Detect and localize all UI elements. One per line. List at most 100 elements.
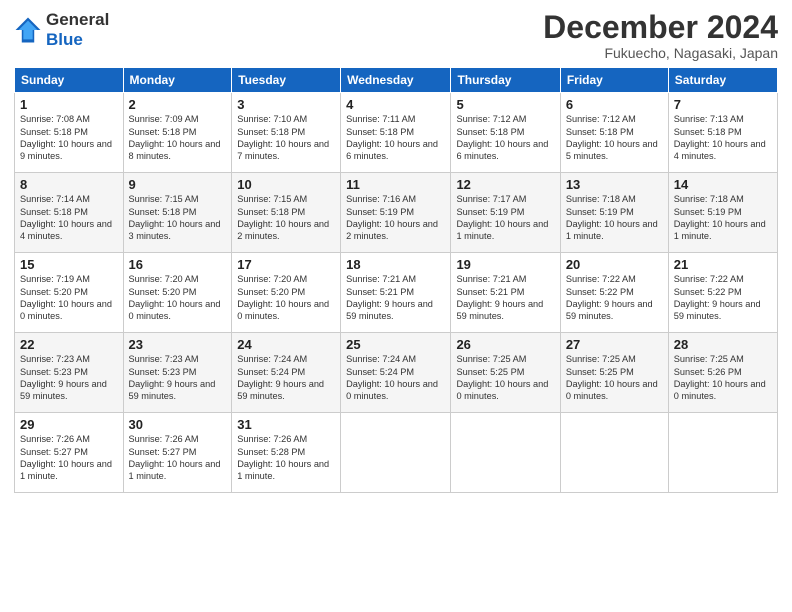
day-info: Sunrise: 7:25 AMSunset: 5:26 PMDaylight:… [674,353,772,403]
day-info: Sunrise: 7:12 AMSunset: 5:18 PMDaylight:… [566,113,663,163]
calendar-cell: 3 Sunrise: 7:10 AMSunset: 5:18 PMDayligh… [232,93,341,173]
day-number: 4 [346,97,445,112]
calendar-cell: 31 Sunrise: 7:26 AMSunset: 5:28 PMDaylig… [232,413,341,493]
calendar-cell: 24 Sunrise: 7:24 AMSunset: 5:24 PMDaylig… [232,333,341,413]
calendar-cell: 17 Sunrise: 7:20 AMSunset: 5:20 PMDaylig… [232,253,341,333]
day-info: Sunrise: 7:23 AMSunset: 5:23 PMDaylight:… [20,353,118,403]
logo-text: General Blue [46,10,109,49]
day-number: 31 [237,417,335,432]
day-number: 21 [674,257,772,272]
day-number: 26 [456,337,554,352]
day-number: 2 [129,97,227,112]
calendar-cell: 27 Sunrise: 7:25 AMSunset: 5:25 PMDaylig… [560,333,668,413]
calendar-cell: 9 Sunrise: 7:15 AMSunset: 5:18 PMDayligh… [123,173,232,253]
calendar-cell: 15 Sunrise: 7:19 AMSunset: 5:20 PMDaylig… [15,253,124,333]
day-number: 28 [674,337,772,352]
day-number: 25 [346,337,445,352]
day-info: Sunrise: 7:19 AMSunset: 5:20 PMDaylight:… [20,273,118,323]
calendar-week-row: 29 Sunrise: 7:26 AMSunset: 5:27 PMDaylig… [15,413,778,493]
day-info: Sunrise: 7:22 AMSunset: 5:22 PMDaylight:… [674,273,772,323]
day-number: 16 [129,257,227,272]
day-number: 24 [237,337,335,352]
day-info: Sunrise: 7:22 AMSunset: 5:22 PMDaylight:… [566,273,663,323]
calendar-cell: 19 Sunrise: 7:21 AMSunset: 5:21 PMDaylig… [451,253,560,333]
main-title: December 2024 [543,10,778,45]
calendar-cell: 28 Sunrise: 7:25 AMSunset: 5:26 PMDaylig… [668,333,777,413]
col-monday: Monday [123,68,232,93]
calendar-cell: 30 Sunrise: 7:26 AMSunset: 5:27 PMDaylig… [123,413,232,493]
calendar-cell: 11 Sunrise: 7:16 AMSunset: 5:19 PMDaylig… [341,173,451,253]
day-number: 18 [346,257,445,272]
title-block: December 2024 Fukuecho, Nagasaki, Japan [543,10,778,61]
day-number: 1 [20,97,118,112]
day-info: Sunrise: 7:21 AMSunset: 5:21 PMDaylight:… [456,273,554,323]
col-thursday: Thursday [451,68,560,93]
day-info: Sunrise: 7:25 AMSunset: 5:25 PMDaylight:… [566,353,663,403]
logo: General Blue [14,10,109,49]
day-info: Sunrise: 7:26 AMSunset: 5:28 PMDaylight:… [237,433,335,483]
day-number: 10 [237,177,335,192]
page-container: General Blue December 2024 Fukuecho, Nag… [0,0,792,501]
calendar-cell: 29 Sunrise: 7:26 AMSunset: 5:27 PMDaylig… [15,413,124,493]
day-number: 7 [674,97,772,112]
day-number: 14 [674,177,772,192]
calendar-header-row: Sunday Monday Tuesday Wednesday Thursday… [15,68,778,93]
calendar-cell: 18 Sunrise: 7:21 AMSunset: 5:21 PMDaylig… [341,253,451,333]
day-info: Sunrise: 7:12 AMSunset: 5:18 PMDaylight:… [456,113,554,163]
calendar-cell: 6 Sunrise: 7:12 AMSunset: 5:18 PMDayligh… [560,93,668,173]
calendar-cell [341,413,451,493]
logo-icon [14,16,42,44]
header: General Blue December 2024 Fukuecho, Nag… [14,10,778,61]
col-sunday: Sunday [15,68,124,93]
day-info: Sunrise: 7:11 AMSunset: 5:18 PMDaylight:… [346,113,445,163]
calendar-cell [451,413,560,493]
day-number: 19 [456,257,554,272]
calendar-cell: 16 Sunrise: 7:20 AMSunset: 5:20 PMDaylig… [123,253,232,333]
day-info: Sunrise: 7:23 AMSunset: 5:23 PMDaylight:… [129,353,227,403]
calendar-cell [668,413,777,493]
calendar-cell: 22 Sunrise: 7:23 AMSunset: 5:23 PMDaylig… [15,333,124,413]
calendar-table: Sunday Monday Tuesday Wednesday Thursday… [14,67,778,493]
day-number: 22 [20,337,118,352]
day-number: 11 [346,177,445,192]
calendar-cell: 2 Sunrise: 7:09 AMSunset: 5:18 PMDayligh… [123,93,232,173]
day-info: Sunrise: 7:21 AMSunset: 5:21 PMDaylight:… [346,273,445,323]
day-info: Sunrise: 7:26 AMSunset: 5:27 PMDaylight:… [20,433,118,483]
col-saturday: Saturday [668,68,777,93]
calendar-week-row: 15 Sunrise: 7:19 AMSunset: 5:20 PMDaylig… [15,253,778,333]
calendar-cell: 13 Sunrise: 7:18 AMSunset: 5:19 PMDaylig… [560,173,668,253]
calendar-cell: 25 Sunrise: 7:24 AMSunset: 5:24 PMDaylig… [341,333,451,413]
calendar-body: 1 Sunrise: 7:08 AMSunset: 5:18 PMDayligh… [15,93,778,493]
day-number: 3 [237,97,335,112]
day-number: 29 [20,417,118,432]
calendar-cell: 23 Sunrise: 7:23 AMSunset: 5:23 PMDaylig… [123,333,232,413]
col-wednesday: Wednesday [341,68,451,93]
calendar-week-row: 8 Sunrise: 7:14 AMSunset: 5:18 PMDayligh… [15,173,778,253]
calendar-week-row: 22 Sunrise: 7:23 AMSunset: 5:23 PMDaylig… [15,333,778,413]
day-number: 9 [129,177,227,192]
day-info: Sunrise: 7:13 AMSunset: 5:18 PMDaylight:… [674,113,772,163]
calendar-week-row: 1 Sunrise: 7:08 AMSunset: 5:18 PMDayligh… [15,93,778,173]
calendar-cell: 14 Sunrise: 7:18 AMSunset: 5:19 PMDaylig… [668,173,777,253]
day-info: Sunrise: 7:24 AMSunset: 5:24 PMDaylight:… [237,353,335,403]
day-info: Sunrise: 7:18 AMSunset: 5:19 PMDaylight:… [566,193,663,243]
day-number: 13 [566,177,663,192]
day-number: 17 [237,257,335,272]
day-number: 5 [456,97,554,112]
calendar-cell: 7 Sunrise: 7:13 AMSunset: 5:18 PMDayligh… [668,93,777,173]
day-number: 8 [20,177,118,192]
day-info: Sunrise: 7:09 AMSunset: 5:18 PMDaylight:… [129,113,227,163]
day-info: Sunrise: 7:15 AMSunset: 5:18 PMDaylight:… [129,193,227,243]
day-info: Sunrise: 7:16 AMSunset: 5:19 PMDaylight:… [346,193,445,243]
day-info: Sunrise: 7:25 AMSunset: 5:25 PMDaylight:… [456,353,554,403]
calendar-cell: 10 Sunrise: 7:15 AMSunset: 5:18 PMDaylig… [232,173,341,253]
day-info: Sunrise: 7:10 AMSunset: 5:18 PMDaylight:… [237,113,335,163]
col-tuesday: Tuesday [232,68,341,93]
calendar-cell: 26 Sunrise: 7:25 AMSunset: 5:25 PMDaylig… [451,333,560,413]
calendar-cell [560,413,668,493]
day-number: 30 [129,417,227,432]
calendar-cell: 12 Sunrise: 7:17 AMSunset: 5:19 PMDaylig… [451,173,560,253]
day-number: 23 [129,337,227,352]
day-info: Sunrise: 7:18 AMSunset: 5:19 PMDaylight:… [674,193,772,243]
calendar-cell: 8 Sunrise: 7:14 AMSunset: 5:18 PMDayligh… [15,173,124,253]
